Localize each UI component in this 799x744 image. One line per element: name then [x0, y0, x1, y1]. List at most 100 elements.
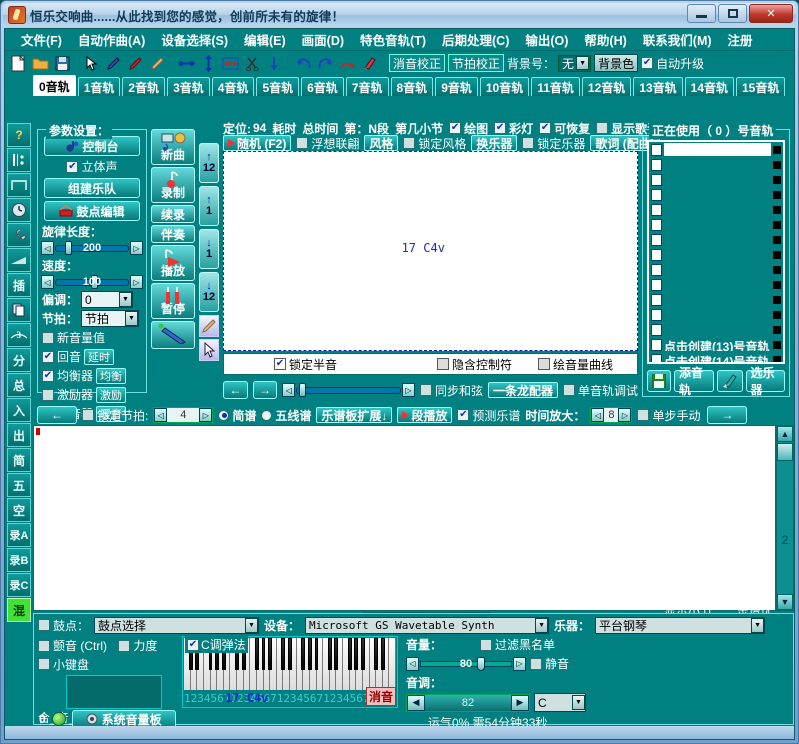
track-checkbox[interactable] [651, 233, 662, 246]
tab-track-14[interactable]: 14音轨 [684, 77, 734, 96]
track-list-rows[interactable]: 点击创建(13)号音轨 点击创建(14)号音轨 点击创建(15)号音轨 [647, 140, 785, 364]
list-item[interactable] [649, 262, 783, 277]
list-item[interactable] [649, 172, 783, 187]
slider-left-arrow-icon[interactable]: ◁ [41, 275, 54, 289]
device-select[interactable]: Microsoft GS Wavetable Synth ▼ [305, 616, 550, 634]
track-checkbox[interactable] [651, 188, 662, 201]
slider-track[interactable]: 80 [420, 656, 512, 671]
list-item[interactable] [649, 217, 783, 232]
bg-number-select[interactable]: 无 ▼ [558, 54, 592, 72]
list-item[interactable]: 点击创建(13)号音轨 [649, 337, 783, 352]
add-track-button[interactable]: 添音轨 [674, 366, 714, 397]
track-name[interactable] [664, 188, 771, 201]
track-marker[interactable] [773, 280, 781, 289]
track-checkbox[interactable] [651, 308, 662, 321]
list-item[interactable] [649, 187, 783, 202]
slider-track[interactable] [296, 383, 401, 397]
track-checkbox[interactable] [651, 263, 662, 276]
piano-black-key[interactable] [301, 638, 306, 670]
record-button[interactable]: 录制 [151, 167, 195, 203]
scissors-icon[interactable] [243, 54, 262, 73]
tab-track-11[interactable]: 11音轨 [531, 77, 580, 96]
draw-volume-curve-checkbox[interactable]: 绘音量曲线 [538, 356, 613, 373]
auto-upgrade-checkbox[interactable]: 自动升级 [641, 55, 704, 72]
track-marker[interactable] [773, 175, 781, 184]
list-item[interactable] [649, 322, 783, 337]
spinner-increment-icon[interactable]: ▷ [199, 408, 213, 422]
track-checkbox[interactable] [651, 278, 662, 291]
undo-icon[interactable] [294, 54, 313, 73]
tab-track-15[interactable]: 15音轨 [736, 77, 786, 96]
tab-track-10[interactable]: 10音轨 [479, 77, 530, 96]
track-marker[interactable] [773, 340, 781, 349]
silent-checkbox[interactable]: 静音 [530, 655, 569, 672]
scroll-right-button[interactable]: → [252, 381, 278, 399]
track-marker[interactable] [773, 250, 781, 259]
pitch-spinner[interactable]: ◀ 82 ▶ [406, 693, 530, 712]
lock-beat-checkbox[interactable]: 锁定节拍: [82, 407, 148, 424]
track-checkbox[interactable] [651, 353, 662, 362]
record-c-button[interactable]: 录C [7, 573, 31, 597]
new-file-icon[interactable] [9, 54, 28, 73]
new-volume-value-checkbox[interactable]: 新音量值 [42, 329, 146, 346]
numbered-notation-button[interactable]: 简 [7, 448, 31, 472]
tab-track-5[interactable]: 5音轨 [256, 77, 300, 96]
roll-position-slider[interactable]: ◁ ▷ [282, 383, 415, 397]
instrument-select[interactable]: 平台钢琴 ▼ [595, 616, 766, 634]
drum-edit-button[interactable]: 鼓点编辑 [44, 201, 140, 221]
small-keyboard-checkbox[interactable]: 小键盘 [38, 656, 178, 673]
vibrato-checkbox[interactable]: 颤音 (Ctrl) [38, 637, 107, 654]
list-item[interactable] [649, 307, 783, 322]
piano-black-key[interactable] [281, 638, 286, 670]
track-marker[interactable] [773, 235, 781, 244]
piano-black-key[interactable] [374, 638, 379, 670]
accompaniment-button[interactable]: 伴奏 [151, 225, 195, 243]
triplet-button[interactable]: 3 [7, 323, 31, 347]
excite-button[interactable]: 激励 [96, 386, 127, 403]
octave-down-12-button[interactable]: ↓ 12 [199, 272, 219, 312]
menu-item-special-track[interactable]: 特色音轨(T) [352, 28, 434, 51]
one-dragon-arranger-button[interactable]: 一条龙配器 [487, 382, 558, 398]
piano-keyboard[interactable]: C调弹法 12345671234567123456712345671234 17… [182, 636, 398, 708]
slider-right-arrow-icon[interactable]: ▷ [130, 275, 143, 289]
mute-key-button[interactable]: 消音 [365, 687, 396, 706]
maximize-button[interactable] [718, 4, 747, 23]
octave-up-1-button[interactable]: ↑ 1 [199, 186, 219, 226]
new-song-button[interactable]: 新曲 [151, 129, 195, 165]
paste-pin-icon[interactable] [265, 54, 284, 73]
track-marker[interactable] [773, 190, 781, 199]
velocity-checkbox[interactable]: 力度 [118, 637, 157, 654]
insert-button[interactable]: 插 [7, 273, 31, 297]
menu-item-contact[interactable]: 联系我们(M) [635, 28, 720, 51]
list-item[interactable] [649, 202, 783, 217]
single-track-debug-checkbox[interactable]: 单音轨调试 [562, 382, 638, 399]
volume-slider[interactable]: ◁ 80 ▷ [406, 656, 526, 671]
clock-icon-button[interactable] [7, 198, 31, 222]
tab-track-7[interactable]: 7音轨 [345, 77, 389, 96]
slider-left-arrow-icon[interactable]: ◁ [41, 241, 54, 255]
track-name[interactable] [664, 218, 771, 231]
menu-item-output[interactable]: 输出(O) [517, 28, 576, 51]
numbered-notation-radio[interactable]: 简谱 [218, 407, 256, 424]
tab-track-9[interactable]: 9音轨 [435, 77, 478, 96]
list-item[interactable] [649, 292, 783, 307]
track-name[interactable] [664, 143, 771, 156]
select-arrow-tool-icon[interactable] [199, 339, 219, 361]
hide-control-symbol-checkbox[interactable]: 隐含控制符 [437, 356, 512, 373]
track-checkbox[interactable] [651, 158, 662, 171]
piano-black-key[interactable] [347, 638, 352, 670]
c-key-method-checkbox[interactable]: C调弹法 [185, 636, 248, 653]
list-item[interactable] [649, 277, 783, 292]
drum-select[interactable]: 鼓点选择 ▼ [94, 616, 260, 634]
staff-notation-button[interactable]: 五 [7, 473, 31, 497]
pencil-tool-icon[interactable] [199, 315, 219, 337]
piano-black-key[interactable] [268, 638, 273, 670]
menu-item-post-process[interactable]: 后期处理(C) [434, 28, 517, 51]
slider-right-arrow-icon[interactable]: ▷ [130, 241, 143, 255]
spinner-decrement-icon[interactable]: ◁ [154, 408, 168, 422]
track-name[interactable] [664, 308, 771, 321]
menu-item-edit[interactable]: 编辑(E) [236, 28, 294, 51]
track-marker[interactable] [773, 325, 781, 334]
track-name[interactable] [664, 278, 771, 291]
slider-track[interactable]: 100 [55, 275, 129, 289]
